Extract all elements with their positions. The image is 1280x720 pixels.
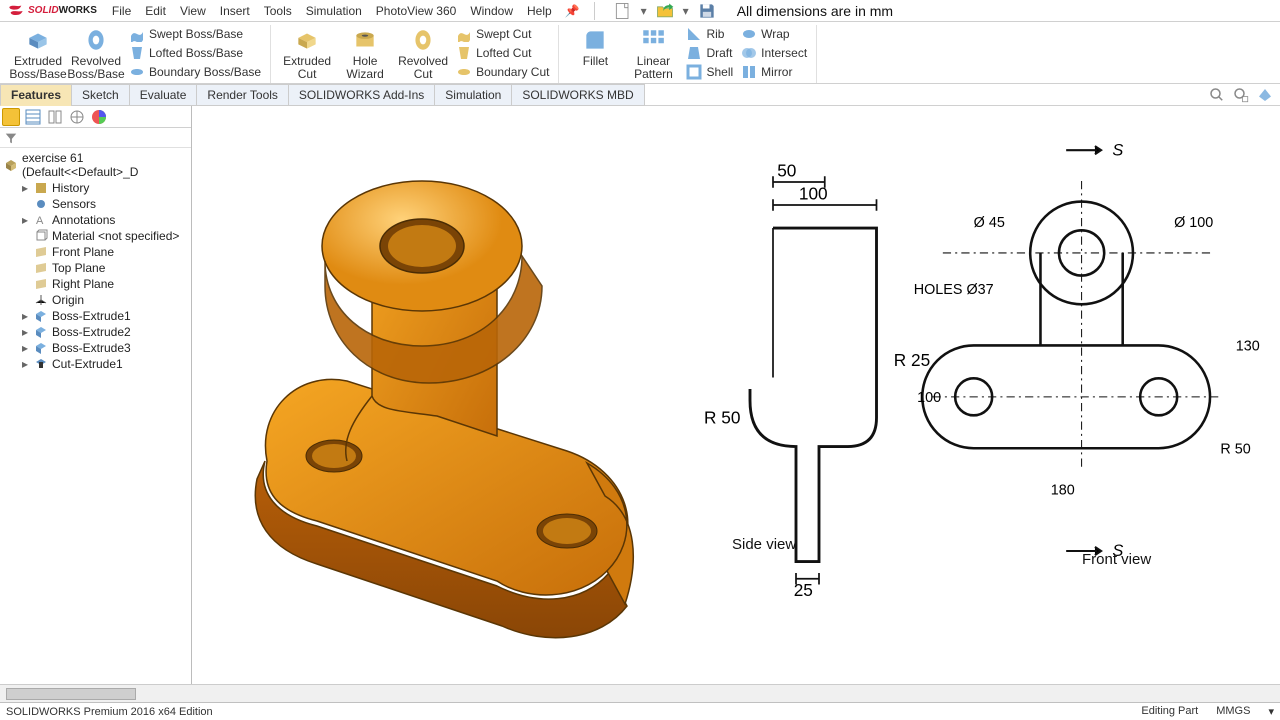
revolved-cut-button[interactable]: Revolved Cut: [395, 25, 451, 83]
features-ribbon: Extruded Boss/Base Revolved Boss/Base Sw…: [0, 22, 1280, 84]
fillet-button[interactable]: Fillet: [567, 25, 623, 70]
wrap-button[interactable]: Wrap: [738, 25, 810, 43]
menu-simulation[interactable]: Simulation: [299, 1, 369, 21]
qat-dropdown-icon[interactable]: ▾: [683, 4, 689, 18]
mirror-button[interactable]: Mirror: [738, 63, 810, 81]
svg-text:2 HOLES Ø37: 2 HOLES Ø37: [912, 282, 994, 298]
display-manager-icon[interactable]: [90, 108, 108, 126]
svg-text:A: A: [36, 215, 44, 227]
svg-text:Ø 45: Ø 45: [974, 216, 1005, 232]
svg-text:100: 100: [799, 184, 828, 204]
draft-button[interactable]: Draft: [683, 44, 736, 62]
rib-button[interactable]: Rib: [683, 25, 736, 43]
extruded-cut-button[interactable]: Extruded Cut: [279, 25, 335, 83]
tree-annotations[interactable]: ▸AAnnotations: [0, 212, 191, 228]
menu-view[interactable]: View: [173, 1, 213, 21]
feature-manager-icon[interactable]: [2, 108, 20, 126]
appearance-icon[interactable]: [1256, 86, 1274, 104]
dimensions-note: All dimensions are in mm: [737, 3, 893, 19]
quick-access-toolbar: ▾ ▾: [603, 1, 727, 21]
qat-dropdown-icon[interactable]: ▾: [641, 4, 647, 18]
tree-root[interactable]: exercise 61 (Default<<Default>_D: [0, 150, 191, 180]
status-dropdown-icon[interactable]: ▾: [1268, 705, 1274, 718]
menu-help[interactable]: Help: [520, 1, 559, 21]
menu-edit[interactable]: Edit: [138, 1, 173, 21]
pin-icon[interactable]: 📌: [559, 4, 586, 18]
menu-window[interactable]: Window: [463, 1, 520, 21]
svg-text:100: 100: [917, 390, 941, 406]
svg-text:R 50: R 50: [704, 408, 740, 428]
hole-wizard-button[interactable]: Hole Wizard: [337, 25, 393, 83]
svg-text:S: S: [1112, 142, 1123, 160]
swept-cut-button[interactable]: Swept Cut: [453, 25, 552, 43]
zoom-area-icon[interactable]: [1232, 86, 1250, 104]
tree-top-plane[interactable]: Top Plane: [0, 260, 191, 276]
command-tabs: Features Sketch Evaluate Render Tools SO…: [0, 84, 1280, 106]
menu-file[interactable]: File: [105, 1, 138, 21]
boundary-cut-button[interactable]: Boundary Cut: [453, 63, 552, 81]
tree-origin[interactable]: Origin: [0, 292, 191, 308]
status-edition: SOLIDWORKS Premium 2016 x64 Edition: [6, 706, 213, 718]
intersect-button[interactable]: Intersect: [738, 44, 810, 62]
tree-cut-extrude1[interactable]: ▸Cut-Extrude1: [0, 356, 191, 372]
svg-text:25: 25: [794, 580, 813, 596]
main-menu: File Edit View Insert Tools Simulation P…: [105, 1, 559, 21]
status-mode: Editing Part: [1141, 705, 1198, 718]
app-brand: SOLIDWORKS: [0, 3, 105, 19]
extruded-boss-button[interactable]: Extruded Boss/Base: [10, 25, 66, 83]
side-view-label: Side view: [732, 536, 796, 553]
front-view-label: Front view: [1082, 551, 1151, 568]
menu-tools[interactable]: Tools: [257, 1, 299, 21]
tab-features[interactable]: Features: [0, 84, 72, 106]
tab-evaluate[interactable]: Evaluate: [129, 84, 198, 106]
part-model: [207, 111, 677, 651]
tab-mbd[interactable]: SOLIDWORKS MBD: [511, 84, 644, 106]
lofted-boss-button[interactable]: Lofted Boss/Base: [126, 44, 264, 62]
tree-front-plane[interactable]: Front Plane: [0, 244, 191, 260]
revolved-boss-button[interactable]: Revolved Boss/Base: [68, 25, 124, 83]
zoom-fit-icon[interactable]: [1208, 86, 1226, 104]
svg-text:130: 130: [1236, 339, 1260, 355]
drawing-front-view: S S Ø 45 Ø 100 2 HOLES Ø37 100 130 R 50 …: [912, 111, 1280, 621]
svg-text:Ø 100: Ø 100: [1174, 216, 1213, 232]
tree-boss-extrude2[interactable]: ▸Boss-Extrude2: [0, 324, 191, 340]
filter-icon[interactable]: [4, 131, 18, 145]
open-icon[interactable]: [655, 1, 675, 21]
menu-insert[interactable]: Insert: [213, 1, 257, 21]
tab-simulation[interactable]: Simulation: [434, 84, 512, 106]
feature-tree[interactable]: exercise 61 (Default<<Default>_D ▸Histor…: [0, 148, 191, 684]
tree-material[interactable]: Material <not specified>: [0, 228, 191, 244]
tree-sensors[interactable]: Sensors: [0, 196, 191, 212]
feature-tree-sidebar: exercise 61 (Default<<Default>_D ▸Histor…: [0, 106, 192, 684]
boundary-boss-button[interactable]: Boundary Boss/Base: [126, 63, 264, 81]
tree-boss-extrude1[interactable]: ▸Boss-Extrude1: [0, 308, 191, 324]
status-bar: SOLIDWORKS Premium 2016 x64 Edition Edit…: [0, 702, 1280, 720]
lofted-cut-button[interactable]: Lofted Cut: [453, 44, 552, 62]
swept-boss-button[interactable]: Swept Boss/Base: [126, 25, 264, 43]
property-manager-icon[interactable]: [24, 108, 42, 126]
scroll-thumb[interactable]: [6, 688, 136, 700]
solidworks-icon: [8, 3, 24, 19]
tab-render-tools[interactable]: Render Tools: [196, 84, 289, 106]
status-units[interactable]: MMGS: [1216, 705, 1250, 718]
tab-addins[interactable]: SOLIDWORKS Add-Ins: [288, 84, 435, 106]
tree-history[interactable]: ▸History: [0, 180, 191, 196]
dimxpert-icon[interactable]: [68, 108, 86, 126]
linear-pattern-button[interactable]: Linear Pattern: [625, 25, 681, 83]
tab-sketch[interactable]: Sketch: [71, 84, 130, 106]
save-icon[interactable]: [697, 1, 717, 21]
model-canvas[interactable]: 100 50 R 25 R 50 25 Side view: [192, 106, 1280, 684]
horizontal-scrollbar[interactable]: [0, 684, 1280, 702]
menu-photoview[interactable]: PhotoView 360: [369, 1, 464, 21]
tree-boss-extrude3[interactable]: ▸Boss-Extrude3: [0, 340, 191, 356]
tree-right-plane[interactable]: Right Plane: [0, 276, 191, 292]
new-icon[interactable]: [613, 1, 633, 21]
svg-text:R 50: R 50: [1220, 442, 1250, 458]
shell-button[interactable]: Shell: [683, 63, 736, 81]
svg-text:180: 180: [1051, 483, 1075, 499]
config-manager-icon[interactable]: [46, 108, 64, 126]
svg-text:50: 50: [777, 161, 796, 181]
